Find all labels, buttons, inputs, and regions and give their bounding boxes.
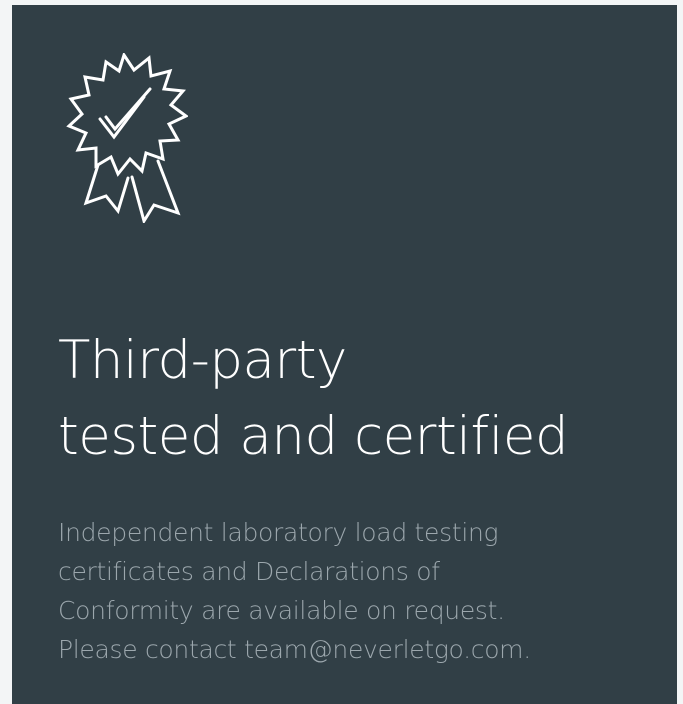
description-line: Conformity are available on request. [58,596,505,625]
card-heading: Third-party tested and certified [58,323,658,475]
description-line: certificates and Declarations of [58,557,440,586]
heading-line: Third-party [58,330,347,391]
card-description: Independent laboratory load testing cert… [58,513,658,669]
description-line: Independent laboratory load testing [58,518,499,547]
certification-card: Third-party tested and certified Indepen… [12,5,677,704]
heading-line: tested and certified [58,406,569,467]
description-line: Please contact team@neverletgo.com. [58,635,531,664]
certificate-badge-icon [60,53,188,223]
